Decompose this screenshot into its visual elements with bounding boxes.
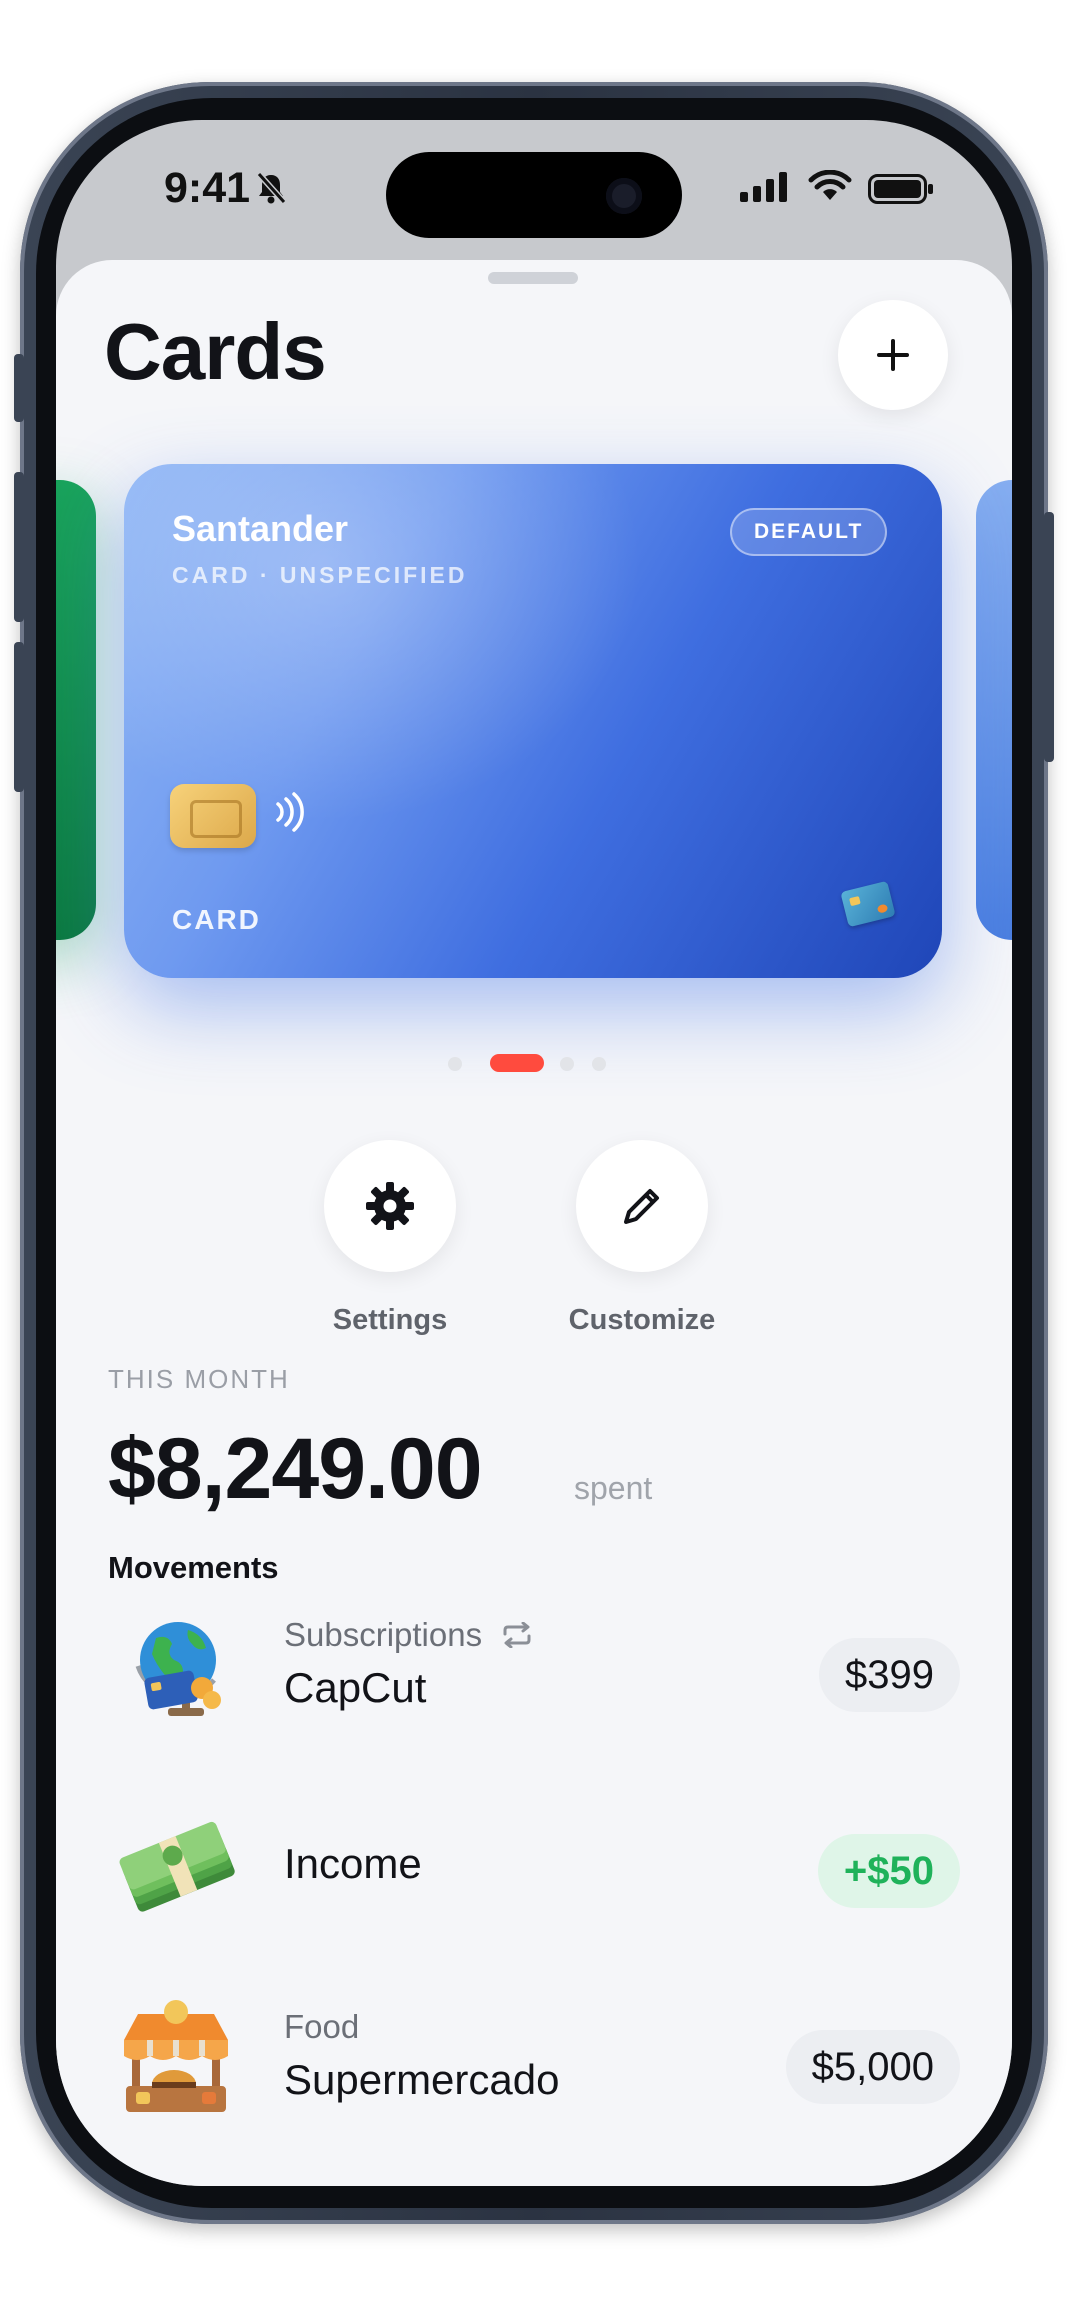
settings-label: Settings	[332, 1304, 448, 1336]
movement-row[interactable]: Income +$50	[56, 1804, 1012, 1964]
selected-card[interactable]: Santander CARD · UNSPECIFIED DEFAULT CAR…	[124, 464, 942, 978]
card-label: CARD	[172, 904, 261, 935]
customize-circle[interactable]	[576, 1140, 708, 1272]
movement-amount: $5,000	[785, 2030, 960, 2104]
status-time: 9:41	[164, 164, 251, 212]
money-stack-icon	[119, 1821, 235, 1912]
battery-icon	[868, 174, 933, 204]
contactless-icon	[276, 792, 304, 832]
movements-heading: Movements	[108, 1550, 279, 1585]
gear-icon	[366, 1182, 414, 1230]
screen: 9:41 Cards Santander CARD · UNSPECIFIED …	[56, 120, 1012, 2186]
movement-row[interactable]: Food Supermercado $5,000	[56, 2000, 1012, 2160]
movement-category-text: Subscriptions	[284, 1616, 483, 1653]
spent-suffix: spent	[574, 1470, 653, 1506]
globe-card-icon	[135, 1622, 221, 1716]
page-title: Cards	[104, 307, 327, 396]
add-card-button[interactable]	[838, 300, 948, 410]
action-button	[14, 354, 24, 422]
settings-circle[interactable]	[324, 1140, 456, 1272]
movement-name: Income	[284, 1840, 422, 1887]
next-card[interactable]	[976, 480, 1012, 940]
total-spent-amount: $8,249.00	[108, 1421, 483, 1517]
period-label: THIS MONTH	[108, 1364, 290, 1394]
movement-name: Supermercado	[284, 2056, 560, 2103]
card-subtitle: CARD · UNSPECIFIED	[172, 562, 468, 588]
status-bar: 9:41	[56, 120, 1012, 260]
repeat-icon	[503, 1621, 531, 1649]
card-pager	[56, 1054, 1012, 1074]
movement-amount: $399	[819, 1638, 960, 1712]
power-button	[1044, 512, 1054, 762]
movement-category: Subscriptions	[284, 1616, 535, 1654]
credit-card-icon	[840, 880, 896, 928]
cellular-signal-icon	[740, 172, 787, 202]
default-badge: DEFAULT	[730, 508, 888, 556]
market-stall-icon	[124, 2000, 228, 2112]
settings-button[interactable]: Settings	[300, 1140, 480, 1337]
customize-label: Customize	[568, 1304, 716, 1336]
sheet-grabber[interactable]	[488, 272, 578, 284]
cards-sheet: Cards Santander CARD · UNSPECIFIED DEFAU…	[56, 260, 1012, 2186]
pager-dot-active[interactable]	[490, 1054, 544, 1072]
movement-name: CapCut	[284, 1664, 427, 1711]
pager-dot[interactable]	[448, 1057, 462, 1071]
card-bank-name: Santander	[172, 508, 349, 549]
movement-category: Food	[284, 2008, 360, 2045]
pager-dot[interactable]	[560, 1057, 574, 1071]
bell-slash-icon	[256, 172, 286, 204]
volume-down-button	[14, 642, 24, 792]
pencil-icon	[624, 1189, 659, 1224]
movement-amount-positive: +$50	[817, 1834, 960, 1908]
front-camera	[606, 178, 642, 214]
movement-row[interactable]: Subscriptions CapCut $399	[56, 1608, 1012, 1768]
plus-icon	[877, 339, 909, 371]
previous-card[interactable]	[56, 480, 96, 940]
wifi-icon	[808, 170, 852, 200]
customize-button[interactable]: Customize	[552, 1140, 732, 1337]
volume-up-button	[14, 472, 24, 622]
chip-icon	[170, 784, 256, 848]
pager-dot[interactable]	[592, 1057, 606, 1071]
